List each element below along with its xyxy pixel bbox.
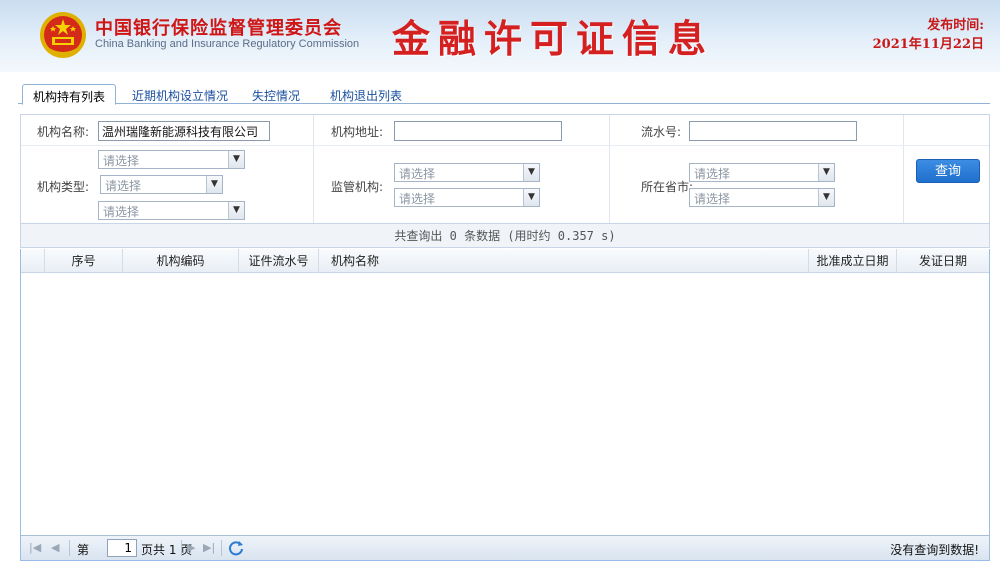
select-value: 请选择 [103, 154, 140, 168]
org-address-label: 机构地址: [331, 125, 384, 139]
refresh-icon[interactable] [227, 539, 245, 557]
col-header-org-name[interactable]: 机构名称 [319, 249, 809, 273]
page-total-text: 页共 1 页 [141, 543, 193, 557]
no-data-message: 没有查询到数据! [890, 543, 979, 557]
org-type-select-2[interactable]: 请选择 ▼ [100, 175, 223, 194]
divider [903, 115, 904, 223]
chevron-down-icon: ▼ [228, 202, 244, 219]
result-summary: 共查询出 0 条数据 (用时约 0.357 s) [20, 224, 990, 248]
separator [181, 540, 182, 556]
serial-number-label: 流水号: [641, 125, 682, 139]
tab-out-of-control[interactable]: 失控情况 [252, 87, 300, 104]
select-value: 请选择 [399, 167, 436, 181]
divider [313, 115, 314, 223]
grid-header: 序号 机构编码 证件流水号 机构名称 批准成立日期 发证日期 [21, 249, 989, 273]
regulator-label: 监管机构: [331, 180, 384, 194]
page-title: 金融许可证信息 [392, 16, 715, 61]
separator [221, 540, 222, 556]
chevron-down-icon: ▼ [523, 164, 539, 181]
regulator-select-2[interactable]: 请选择 ▼ [394, 188, 540, 207]
chevron-down-icon: ▼ [523, 189, 539, 206]
pagination-bar: |◀ ◀ 第 1 页共 1 页 ▶ ▶| 没有查询到数据! [21, 535, 989, 560]
chevron-down-icon: ▼ [228, 151, 244, 168]
chevron-down-icon: ▼ [818, 164, 834, 181]
org-name-input[interactable]: 温州瑞隆新能源科技有限公司 [98, 121, 270, 141]
tab-org-exit[interactable]: 机构退出列表 [330, 87, 402, 104]
select-value: 请选择 [694, 167, 731, 181]
org-name-cn: 中国银行保险监督管理委员会 [95, 18, 342, 39]
org-type-select-3[interactable]: 请选择 ▼ [98, 201, 245, 220]
tab-org-holdings[interactable]: 机构持有列表 [22, 84, 117, 105]
separator [69, 540, 70, 556]
page-number-input[interactable]: 1 [107, 539, 137, 557]
province-select-1[interactable]: 请选择 ▼ [689, 163, 835, 182]
tab-recent-established[interactable]: 近期机构设立情况 [132, 87, 228, 104]
publish-date: 2021年11月22日 [872, 37, 984, 52]
org-name-label: 机构名称: [37, 125, 90, 139]
col-header-org-code[interactable]: 机构编码 [123, 249, 239, 273]
national-emblem-icon [40, 12, 86, 58]
divider [609, 115, 610, 223]
org-address-input[interactable] [394, 121, 562, 141]
col-header-approval-date[interactable]: 批准成立日期 [809, 249, 897, 273]
regulator-select-1[interactable]: 请选择 ▼ [394, 163, 540, 182]
query-button[interactable]: 查询 [916, 159, 980, 183]
search-panel: 机构名称: 温州瑞隆新能源科技有限公司 机构地址: 流水号: 机构类型: 请选择… [20, 114, 990, 224]
col-header-issue-date[interactable]: 发证日期 [897, 249, 989, 273]
org-type-select-1[interactable]: 请选择 ▼ [98, 150, 245, 169]
first-page-icon[interactable]: |◀ [29, 541, 41, 554]
prev-page-icon[interactable]: ◀ [51, 541, 59, 554]
tab-bar: 机构持有列表 近期机构设立情况 失控情况 机构退出列表 [18, 84, 990, 105]
province-label: 所在省市: [641, 180, 694, 194]
serial-number-input[interactable] [689, 121, 857, 141]
row-selector-header [21, 249, 45, 273]
grid-body [21, 273, 989, 535]
col-header-cert-serial[interactable]: 证件流水号 [239, 249, 319, 273]
select-value: 请选择 [105, 179, 142, 193]
select-value: 请选择 [103, 205, 140, 219]
divider [21, 145, 989, 146]
page-prefix: 第 [77, 543, 90, 557]
publish-time-label: 发布时间: [927, 18, 984, 33]
last-page-icon[interactable]: ▶| [203, 541, 215, 554]
province-select-2[interactable]: 请选择 ▼ [689, 188, 835, 207]
next-page-icon[interactable]: ▶ [187, 541, 195, 554]
org-name-en: China Banking and Insurance Regulatory C… [95, 38, 360, 50]
col-header-index[interactable]: 序号 [45, 249, 123, 273]
site-header: 中国银行保险监督管理委员会 China Banking and Insuranc… [0, 0, 1000, 72]
chevron-down-icon: ▼ [206, 176, 222, 193]
results-grid: 序号 机构编码 证件流水号 机构名称 批准成立日期 发证日期 |◀ ◀ 第 1 … [20, 249, 990, 561]
select-value: 请选择 [399, 192, 436, 206]
org-type-label: 机构类型: [37, 180, 90, 194]
select-value: 请选择 [694, 192, 731, 206]
chevron-down-icon: ▼ [818, 189, 834, 206]
